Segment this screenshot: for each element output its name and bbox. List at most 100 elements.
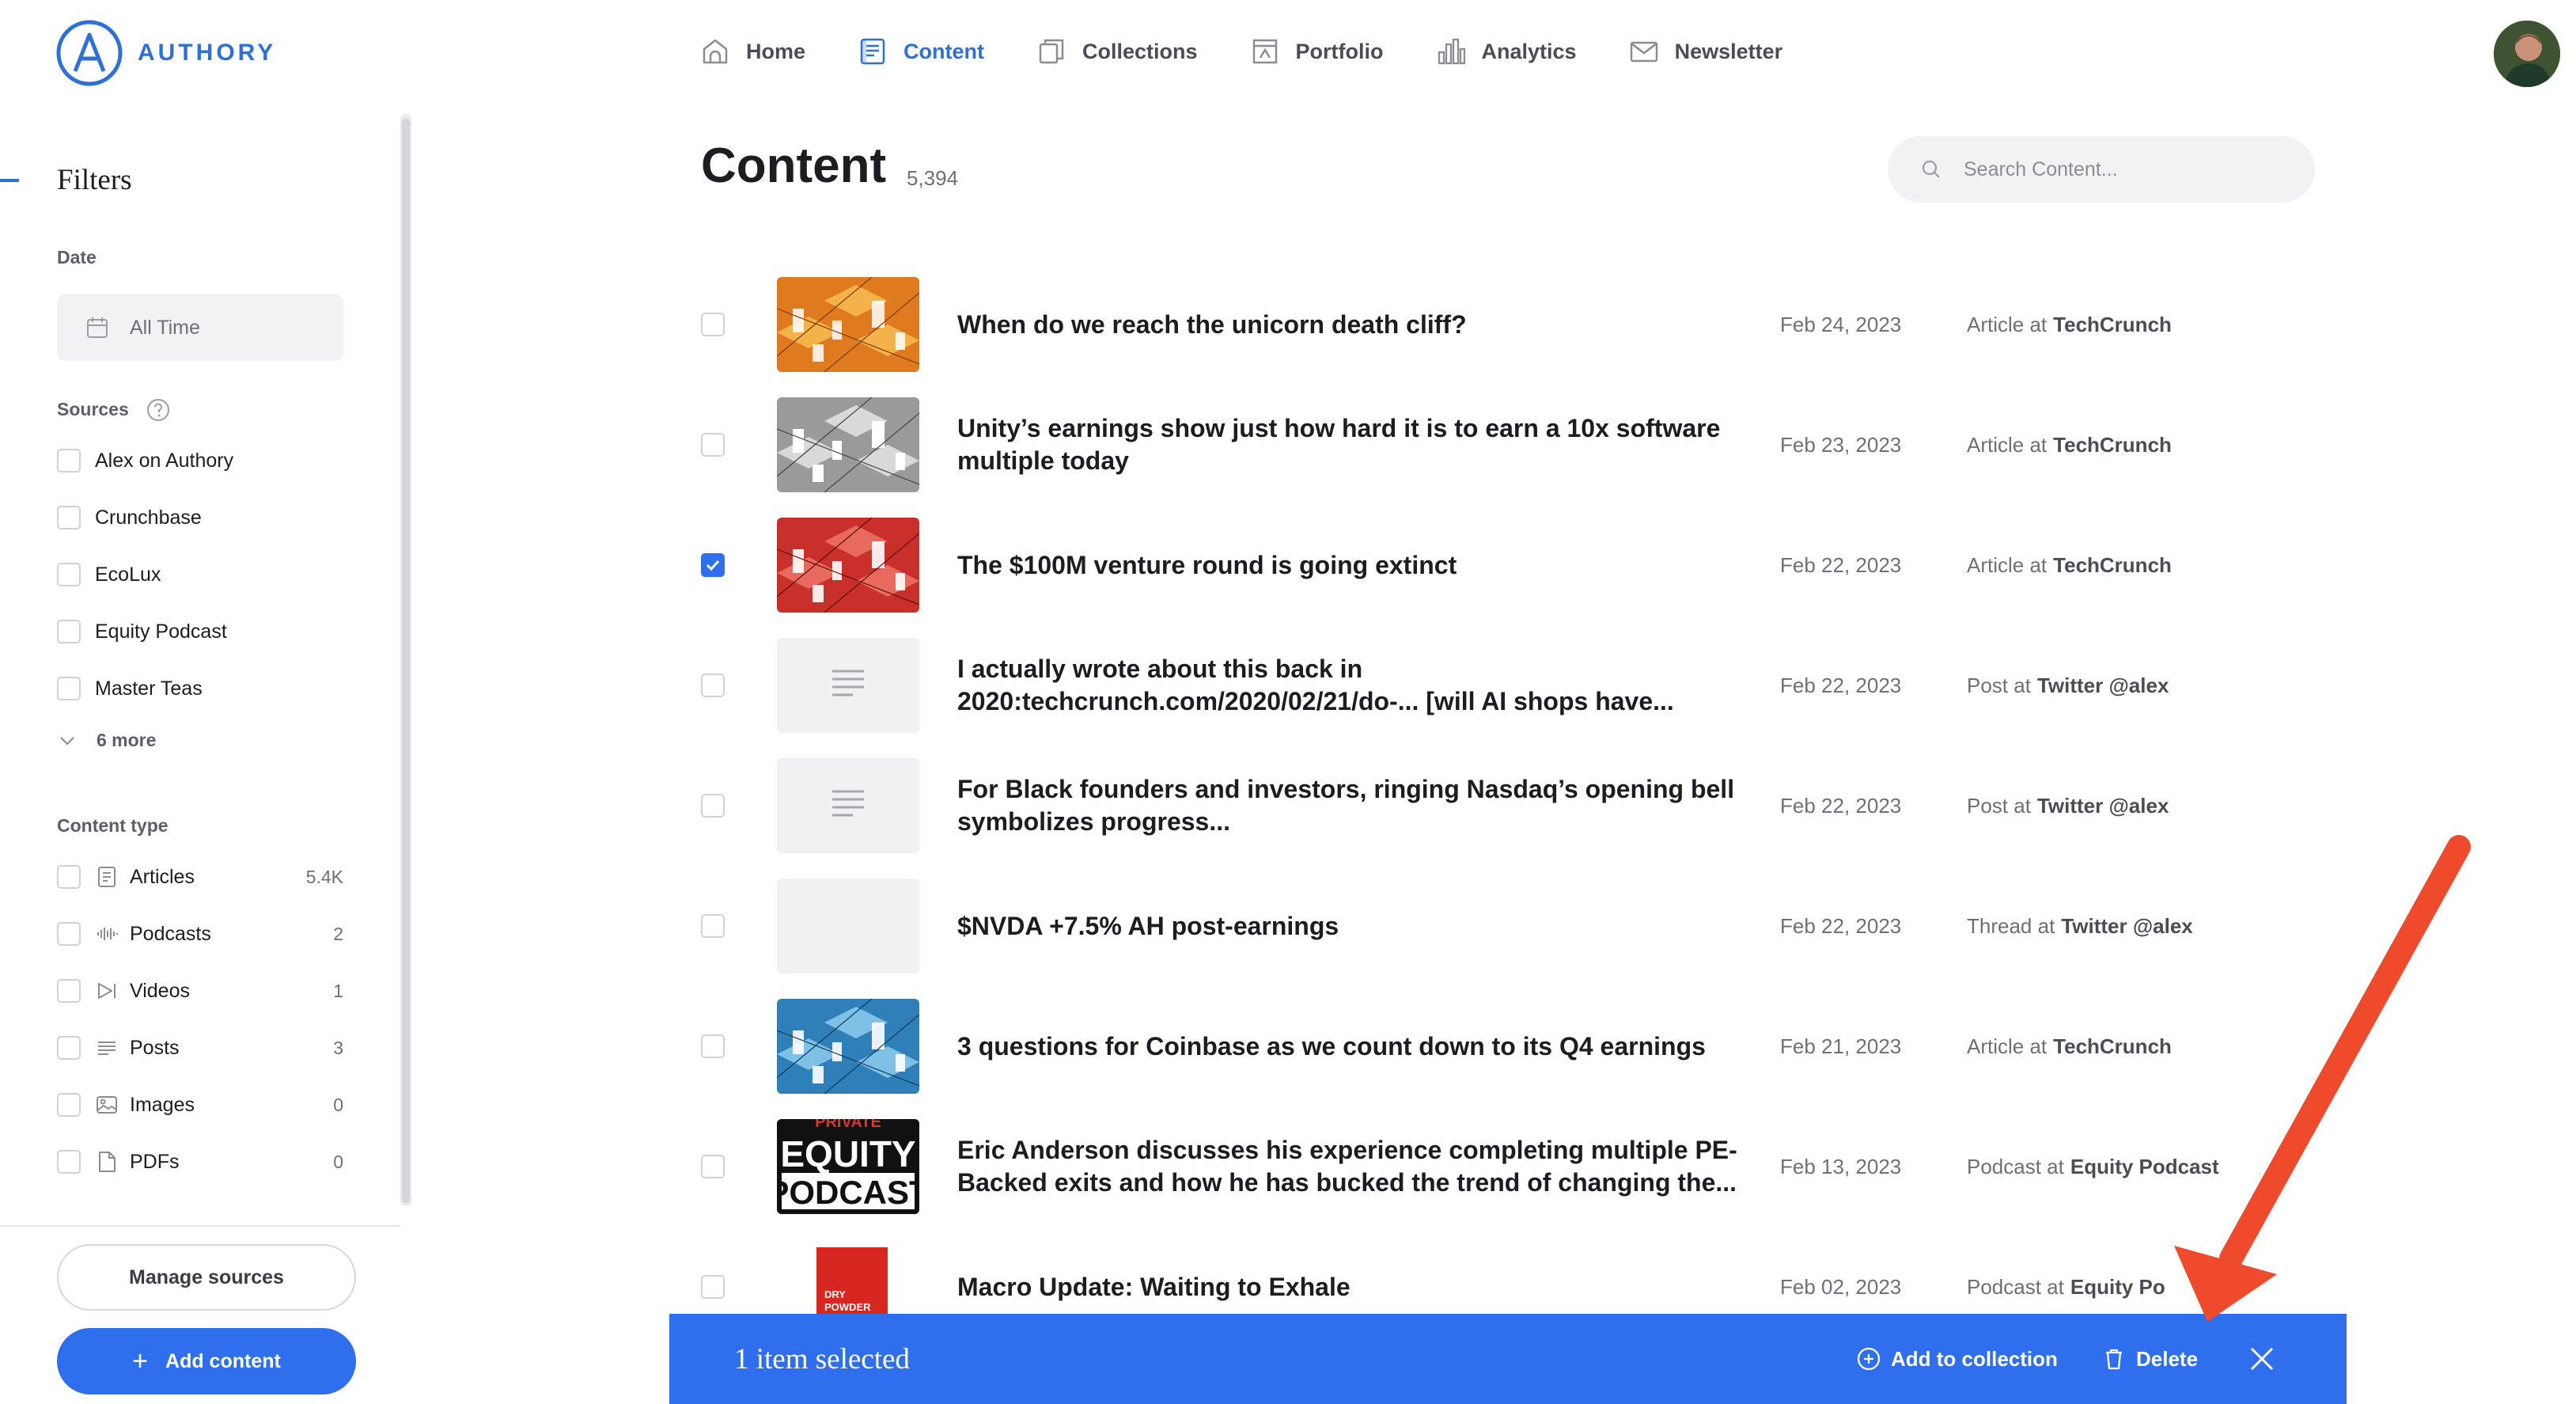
content-row[interactable]: I actually wrote about this back in 2020… (701, 638, 2347, 733)
row-source-name[interactable]: TechCrunch (2053, 433, 2172, 457)
row-title[interactable]: $NVDA +7.5% AH post-earnings (957, 878, 1741, 973)
content-type-podcasts[interactable]: Podcasts 2 (57, 918, 343, 950)
row-checkbox[interactable] (701, 1155, 725, 1178)
authory-logo-icon (56, 20, 123, 86)
search-placeholder: Search Content... (1964, 157, 2118, 180)
plus-circle-icon (1857, 1347, 1881, 1371)
checkbox[interactable] (57, 1036, 81, 1060)
row-checkbox-checked[interactable] (701, 553, 725, 577)
row-source-name[interactable]: TechCrunch (2053, 553, 2172, 578)
row-date: Feb 13, 2023 (1780, 1154, 1902, 1178)
row-source-name[interactable]: Twitter @alex (2037, 674, 2169, 698)
filters-title: Filters (57, 164, 132, 196)
sidebar-scrollbar-thumb[interactable] (402, 119, 410, 1203)
date-filter-select[interactable]: All Time (57, 294, 343, 361)
content-type-count: 1 (333, 980, 343, 1001)
content-row[interactable]: 3 questions for Coinbase as we count dow… (701, 999, 2347, 1094)
row-checkbox[interactable] (701, 313, 725, 336)
show-more-sources[interactable]: 6 more (57, 730, 156, 751)
row-source-name[interactable]: TechCrunch (2053, 313, 2172, 337)
checkbox[interactable] (57, 620, 81, 643)
nav-collections[interactable]: Collections (1036, 36, 1198, 66)
user-avatar[interactable] (2494, 21, 2560, 87)
nav-portfolio[interactable]: Portfolio (1250, 36, 1384, 66)
checkbox[interactable] (57, 979, 81, 1003)
pdf-icon (99, 1152, 116, 1172)
content-type-label: Podcasts (130, 922, 211, 945)
row-title[interactable]: I actually wrote about this back in 2020… (957, 638, 1741, 733)
content-type-articles[interactable]: Articles 5.4K (57, 861, 343, 893)
source-filter-equity-podcast[interactable]: Equity Podcast (57, 616, 227, 647)
source-filter-ecolux[interactable]: EcoLux (57, 559, 161, 590)
nav-newsletter[interactable]: Newsletter (1629, 36, 1783, 66)
row-source: Article at TechCrunch (1967, 277, 2172, 372)
thumbnail-art (777, 518, 919, 613)
checkbox[interactable] (57, 922, 81, 946)
add-to-collection-button[interactable]: Add to collection (1856, 1314, 2058, 1404)
content-type-posts[interactable]: Posts 3 (57, 1032, 343, 1064)
text-lines-icon (832, 670, 864, 696)
row-date: Feb 24, 2023 (1780, 312, 1902, 336)
add-content-button[interactable]: + Add content (57, 1328, 356, 1395)
nav-analytics[interactable]: Analytics (1436, 36, 1577, 66)
close-icon[interactable] (2247, 1344, 2277, 1374)
row-source-type: Article at (1967, 552, 2048, 577)
source-filter-crunchbase[interactable]: Crunchbase (57, 502, 202, 533)
row-title[interactable]: The $100M venture round is going extinct (957, 518, 1741, 613)
content-type-count: 3 (333, 1037, 343, 1058)
nav-newsletter-label: Newsletter (1674, 39, 1783, 63)
row-checkbox[interactable] (701, 433, 725, 457)
row-checkbox[interactable] (701, 1034, 725, 1058)
source-filter-master-teas[interactable]: Master Teas (57, 673, 203, 704)
row-checkbox[interactable] (701, 794, 725, 818)
checkbox[interactable] (57, 677, 81, 700)
row-title[interactable]: Unity’s earnings show just how hard it i… (957, 397, 1741, 492)
content-row[interactable]: The $100M venture round is going extinct… (701, 518, 2347, 613)
row-title[interactable]: Eric Anderson discusses his experience c… (957, 1119, 1741, 1214)
checkbox[interactable] (57, 563, 81, 586)
thumbnail-techcrunch-red (777, 518, 919, 613)
home-icon (703, 39, 728, 64)
search-input[interactable]: Search Content... (1888, 136, 2315, 203)
post-icon (98, 1042, 116, 1055)
source-filter-alex-on-authory[interactable]: Alex on Authory (57, 445, 233, 476)
manage-sources-button[interactable]: Manage sources (57, 1244, 356, 1311)
checkbox[interactable] (57, 865, 81, 889)
content-type-label: Videos (130, 979, 190, 1002)
nav-home[interactable]: Home (700, 36, 805, 66)
analytics-icon (1438, 38, 1465, 65)
checkbox[interactable] (57, 1150, 81, 1174)
nav-content[interactable]: Content (858, 36, 984, 66)
row-source-name[interactable]: Twitter @alex (2037, 794, 2169, 818)
row-checkbox[interactable] (701, 914, 725, 938)
newsletter-icon (1630, 41, 1657, 63)
row-date: Feb 21, 2023 (1780, 1034, 1902, 1058)
portfolio-icon (1252, 39, 1277, 64)
row-source-type: Podcast at (1967, 1274, 2064, 1299)
authory-logo[interactable]: AUTHORY (55, 19, 276, 87)
checkbox[interactable] (57, 506, 81, 529)
row-title[interactable]: 3 questions for Coinbase as we count dow… (957, 999, 1741, 1094)
checkbox[interactable] (57, 1093, 81, 1117)
content-row[interactable]: PRIVATE EQUITY PODCAST Eric Anderson dis… (701, 1119, 2347, 1214)
content-row[interactable]: $NVDA +7.5% AH post-earnings Feb 22, 202… (701, 878, 2347, 973)
add-content-label: Add content (165, 1349, 281, 1372)
content-type-videos[interactable]: Videos 1 (57, 975, 343, 1007)
nav-portfolio-label: Portfolio (1295, 39, 1384, 63)
content-row[interactable]: For Black founders and investors, ringin… (701, 758, 2347, 853)
content-row[interactable]: Unity’s earnings show just how hard it i… (701, 397, 2347, 492)
content-row[interactable]: When do we reach the unicorn death cliff… (701, 277, 2347, 372)
nav-home-label: Home (746, 39, 806, 63)
row-title[interactable]: When do we reach the unicorn death cliff… (957, 277, 1741, 372)
content-type-images[interactable]: Images 0 (57, 1089, 343, 1121)
show-more-label: 6 more (97, 730, 157, 750)
row-checkbox[interactable] (701, 674, 725, 697)
content-type-pdfs[interactable]: PDFs 0 (57, 1146, 343, 1178)
row-title[interactable]: For Black founders and investors, ringin… (957, 758, 1741, 853)
thumbnail-art (777, 999, 919, 1094)
row-date: Feb 23, 2023 (1780, 432, 1902, 457)
checkbox[interactable] (57, 449, 81, 472)
help-icon[interactable] (146, 397, 171, 423)
row-checkbox[interactable] (701, 1275, 725, 1299)
row-date: Feb 22, 2023 (1780, 552, 1902, 577)
